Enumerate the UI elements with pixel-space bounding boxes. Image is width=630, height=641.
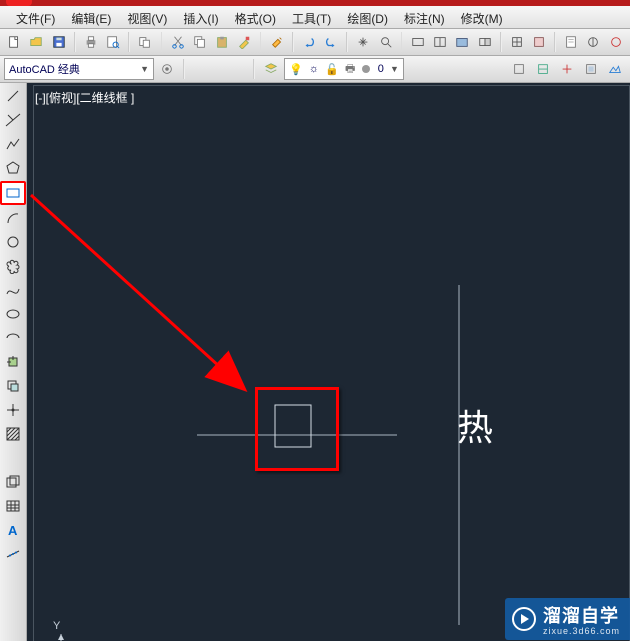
xline-tool-icon[interactable] bbox=[1, 109, 25, 131]
menu-view[interactable]: 视图(V) bbox=[119, 6, 175, 28]
arc-tool-icon[interactable] bbox=[1, 207, 25, 229]
play-icon bbox=[511, 606, 537, 632]
workspace-toolbar: AutoCAD 经典 ▼ 💡 ☼ 🔓 🖶 0 ▼ bbox=[0, 56, 630, 83]
menubar: 文件(F) 编辑(E) 视图(V) 插入(I) 格式(O) 工具(T) 绘图(D… bbox=[0, 6, 630, 29]
row-icon-1[interactable] bbox=[508, 58, 530, 80]
menu-draw[interactable]: 绘图(D) bbox=[339, 6, 396, 28]
tb-icon-4[interactable] bbox=[474, 31, 494, 53]
row-icon-4[interactable] bbox=[580, 58, 602, 80]
row-icon-5[interactable] bbox=[604, 58, 626, 80]
menu-edit[interactable]: 编辑(E) bbox=[63, 6, 119, 28]
cut-icon[interactable] bbox=[167, 31, 187, 53]
polygon-tool-icon[interactable] bbox=[1, 157, 25, 179]
lock-open-icon: 🔓 bbox=[325, 63, 339, 76]
watermark-sub: zixue.3d66.com bbox=[543, 626, 620, 636]
standard-toolbar bbox=[0, 29, 630, 56]
ellipse-tool-icon[interactable] bbox=[1, 303, 25, 325]
watermark-title: 溜溜自学 bbox=[543, 602, 620, 628]
watermark-badge: 溜溜自学 zixue.3d66.com bbox=[505, 598, 630, 640]
insert-block-tool-icon[interactable] bbox=[1, 351, 25, 373]
print-small-icon: 🖶 bbox=[345, 60, 355, 79]
tb-icon-1[interactable] bbox=[407, 31, 427, 53]
paste-icon[interactable] bbox=[212, 31, 232, 53]
text-tool-icon[interactable]: A bbox=[1, 519, 25, 541]
tb-icon-3[interactable] bbox=[452, 31, 472, 53]
menu-modify[interactable]: 修改(M) bbox=[453, 6, 511, 28]
menu-dim[interactable]: 标注(N) bbox=[396, 6, 453, 28]
tb-icon-9[interactable] bbox=[606, 31, 626, 53]
pline-tool-icon[interactable] bbox=[1, 133, 25, 155]
new-icon[interactable] bbox=[4, 31, 24, 53]
sun-icon: ☼ bbox=[309, 63, 319, 75]
annotation-highlight-box bbox=[255, 387, 339, 471]
tb-icon-6[interactable] bbox=[529, 31, 549, 53]
table-tool-icon[interactable] bbox=[1, 495, 25, 517]
ucs-icon: Y bbox=[53, 620, 89, 641]
ellipse-arc-tool-icon[interactable] bbox=[1, 327, 25, 349]
workspace-gear-icon[interactable] bbox=[156, 58, 178, 80]
menu-format[interactable]: 格式(O) bbox=[227, 6, 284, 28]
tb-icon-8[interactable] bbox=[583, 31, 603, 53]
chevron-down-icon: ▼ bbox=[140, 64, 149, 74]
pan-icon[interactable] bbox=[353, 31, 373, 53]
tb-icon-7[interactable] bbox=[561, 31, 581, 53]
save-icon[interactable] bbox=[49, 31, 69, 53]
print-icon[interactable] bbox=[81, 31, 101, 53]
row-icon-3[interactable] bbox=[556, 58, 578, 80]
region-tool-icon[interactable] bbox=[1, 471, 25, 493]
gradient-tool-icon[interactable] bbox=[1, 447, 25, 469]
match-prop-icon[interactable] bbox=[234, 31, 254, 53]
line-tool-icon[interactable] bbox=[1, 85, 25, 107]
redo-icon[interactable] bbox=[321, 31, 341, 53]
layer-color-swatch bbox=[362, 65, 370, 73]
drawing-area[interactable]: [-][俯视][二维线框 ] 热 Y bbox=[27, 83, 630, 641]
make-block-tool-icon[interactable] bbox=[1, 375, 25, 397]
menu-insert[interactable]: 插入(I) bbox=[175, 6, 226, 28]
hatch-tool-icon[interactable] bbox=[1, 423, 25, 445]
point-tool-icon[interactable] bbox=[1, 399, 25, 421]
tb-icon-2[interactable] bbox=[430, 31, 450, 53]
layer-name: 0 bbox=[378, 63, 384, 75]
publish-icon[interactable] bbox=[135, 31, 155, 53]
menu-tools[interactable]: 工具(T) bbox=[284, 6, 339, 28]
chevron-down-icon: ▼ bbox=[390, 64, 399, 74]
preview-icon[interactable] bbox=[103, 31, 123, 53]
copy-icon[interactable] bbox=[190, 31, 210, 53]
layer-combo[interactable]: 💡 ☼ 🔓 🖶 0 ▼ bbox=[284, 58, 404, 80]
zoom-icon[interactable] bbox=[375, 31, 395, 53]
clean-icon[interactable] bbox=[266, 31, 286, 53]
divide-tool-icon[interactable] bbox=[1, 543, 25, 565]
rectangle-tool-icon[interactable] bbox=[0, 181, 26, 205]
open-icon[interactable] bbox=[26, 31, 46, 53]
drawing-text: 热 bbox=[457, 399, 493, 451]
spline-tool-icon[interactable] bbox=[1, 279, 25, 301]
workspace-label: AutoCAD 经典 bbox=[9, 61, 80, 77]
svg-text:A: A bbox=[8, 523, 18, 538]
draw-toolbar: A bbox=[0, 83, 27, 641]
undo-icon[interactable] bbox=[299, 31, 319, 53]
circle-tool-icon[interactable] bbox=[1, 231, 25, 253]
crosshair bbox=[27, 105, 630, 641]
lightbulb-icon: 💡 bbox=[289, 63, 303, 76]
tb-icon-5[interactable] bbox=[507, 31, 527, 53]
workspace-combo[interactable]: AutoCAD 经典 ▼ bbox=[4, 58, 154, 80]
row-icon-2[interactable] bbox=[532, 58, 554, 80]
menu-file[interactable]: 文件(F) bbox=[8, 6, 63, 28]
layer-manager-icon[interactable] bbox=[260, 58, 282, 80]
revcloud-tool-icon[interactable] bbox=[1, 255, 25, 277]
